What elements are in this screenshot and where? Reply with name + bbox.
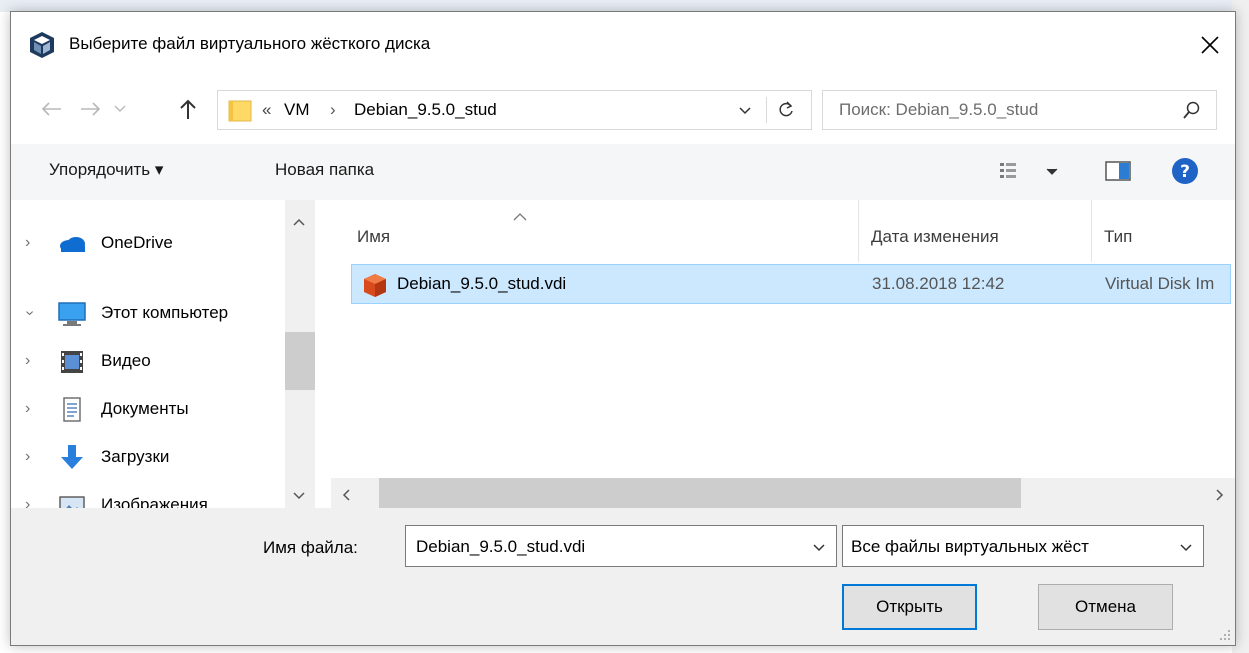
resize-grip-icon[interactable] [1217, 626, 1231, 645]
navigation-pane: › OneDrive › Этот компьютер › Видео › До… [11, 200, 331, 508]
nav-label: Документы [101, 399, 189, 418]
scroll-up-icon[interactable] [292, 212, 306, 232]
breadcrumb-current[interactable]: Debian_9.5.0_stud [354, 100, 497, 120]
filter-value: Все файлы виртуальных жёст [851, 537, 1089, 556]
new-folder-button[interactable]: Новая папка [275, 160, 374, 180]
filename-label: Имя файла: [263, 538, 358, 557]
chevron-right-icon[interactable]: › [25, 352, 30, 370]
scroll-down-icon[interactable] [292, 486, 306, 506]
view-details-icon [1000, 163, 1058, 178]
arrow-right-icon [81, 102, 101, 116]
dialog-title: Выберите файл виртуального жёсткого диск… [69, 34, 431, 53]
close-icon [1201, 36, 1219, 54]
column-header-name[interactable]: Имя [351, 200, 856, 262]
chevron-down-icon[interactable]: › [21, 310, 39, 315]
breadcrumb-separator-icon: › [330, 100, 336, 119]
search-box[interactable]: Поиск: Debian_9.5.0_stud [822, 90, 1217, 130]
breadcrumb-vm[interactable]: VM [284, 100, 310, 120]
preview-pane-icon [1105, 161, 1131, 181]
filename-combobox[interactable]: Debian_9.5.0_stud.vdi [405, 525, 837, 567]
file-name: Debian_9.5.0_stud.vdi [397, 274, 567, 293]
command-bar: Упорядочить ▾ Новая папка ? [11, 144, 1235, 200]
pictures-icon [57, 492, 87, 508]
arrow-up-icon [180, 99, 196, 119]
chevron-right-icon[interactable]: › [25, 448, 30, 466]
video-icon [57, 348, 87, 376]
refresh-icon [779, 101, 793, 117]
nav-item-video[interactable]: › Видео [11, 342, 291, 382]
chevron-down-icon[interactable] [812, 540, 826, 560]
chevron-down-icon [739, 107, 751, 115]
file-type-filter[interactable]: Все файлы виртуальных жёст [842, 525, 1204, 567]
documents-icon [57, 396, 87, 424]
address-dropdown-button[interactable] [738, 103, 752, 123]
open-button[interactable]: Открыть [842, 584, 977, 630]
virtualbox-icon [29, 31, 55, 59]
help-icon: ? [1172, 158, 1198, 184]
nav-scrollbar-thumb[interactable] [285, 332, 315, 390]
recent-locations-button[interactable] [109, 94, 131, 124]
view-options-button[interactable] [999, 161, 1061, 188]
computer-icon [57, 300, 87, 328]
nav-item-pictures[interactable]: › Изображения [11, 486, 291, 508]
file-open-dialog: Выберите файл виртуального жёсткого диск… [10, 11, 1236, 646]
column-header-date[interactable]: Дата изменения [859, 200, 1091, 262]
file-list: Имя Дата изменения Тип Debian_9.5.0_stud… [331, 200, 1235, 508]
file-row-selected[interactable]: Debian_9.5.0_stud.vdi 31.08.2018 12:42 V… [351, 264, 1231, 304]
nav-item-downloads[interactable]: › Загрузки [11, 438, 291, 478]
nav-item-onedrive[interactable]: › OneDrive [11, 224, 291, 264]
scroll-right-icon[interactable] [1215, 487, 1225, 507]
address-divider [766, 97, 767, 123]
close-button[interactable] [1185, 20, 1235, 70]
chevron-right-icon[interactable]: › [25, 234, 30, 252]
up-button[interactable] [173, 94, 203, 124]
nav-item-this-pc[interactable]: › Этот компьютер [11, 294, 291, 334]
forward-button[interactable] [75, 94, 105, 124]
organize-menu[interactable]: Упорядочить ▾ [49, 160, 163, 180]
chevron-down-icon [114, 105, 126, 112]
search-placeholder: Поиск: Debian_9.5.0_stud [839, 100, 1039, 119]
column-label: Тип [1104, 227, 1133, 246]
chevron-right-icon[interactable]: › [25, 400, 30, 418]
refresh-button[interactable] [776, 100, 796, 125]
file-type: Virtual Disk Im [1105, 274, 1215, 293]
nav-label: Этот компьютер [101, 303, 229, 322]
nav-label: OneDrive [101, 233, 173, 252]
scroll-left-icon[interactable] [341, 487, 351, 507]
column-label: Дата изменения [871, 227, 999, 246]
nav-label: Загрузки [101, 447, 170, 466]
downloads-icon [57, 444, 87, 472]
search-icon[interactable] [1183, 101, 1201, 126]
folder-icon [228, 99, 252, 123]
nav-label: Изображения [101, 495, 208, 508]
nav-label: Видео [101, 351, 151, 370]
virtual-disk-icon [362, 272, 388, 303]
list-scrollbar-thumb[interactable] [379, 478, 1021, 508]
arrow-left-icon [41, 102, 61, 116]
svg-text:?: ? [1180, 162, 1190, 182]
file-date: 31.08.2018 12:42 [872, 274, 1005, 293]
back-button[interactable] [37, 94, 67, 124]
filename-value[interactable]: Debian_9.5.0_stud.vdi [416, 537, 585, 557]
title-bar: Выберите файл виртуального жёсткого диск… [11, 12, 1235, 80]
address-bar[interactable]: « VM › Debian_9.5.0_stud [217, 90, 812, 130]
preview-pane-button[interactable] [1105, 161, 1131, 186]
column-header-type[interactable]: Тип [1092, 200, 1235, 262]
chevron-right-icon[interactable]: › [25, 496, 30, 508]
column-label: Имя [357, 227, 391, 246]
onedrive-icon [57, 230, 87, 258]
chevron-down-icon[interactable] [1179, 540, 1193, 560]
address-overflow[interactable]: « [262, 100, 271, 120]
nav-item-documents[interactable]: › Документы [11, 390, 291, 430]
cancel-button[interactable]: Отмена [1038, 584, 1173, 630]
help-button[interactable]: ? [1171, 157, 1199, 190]
